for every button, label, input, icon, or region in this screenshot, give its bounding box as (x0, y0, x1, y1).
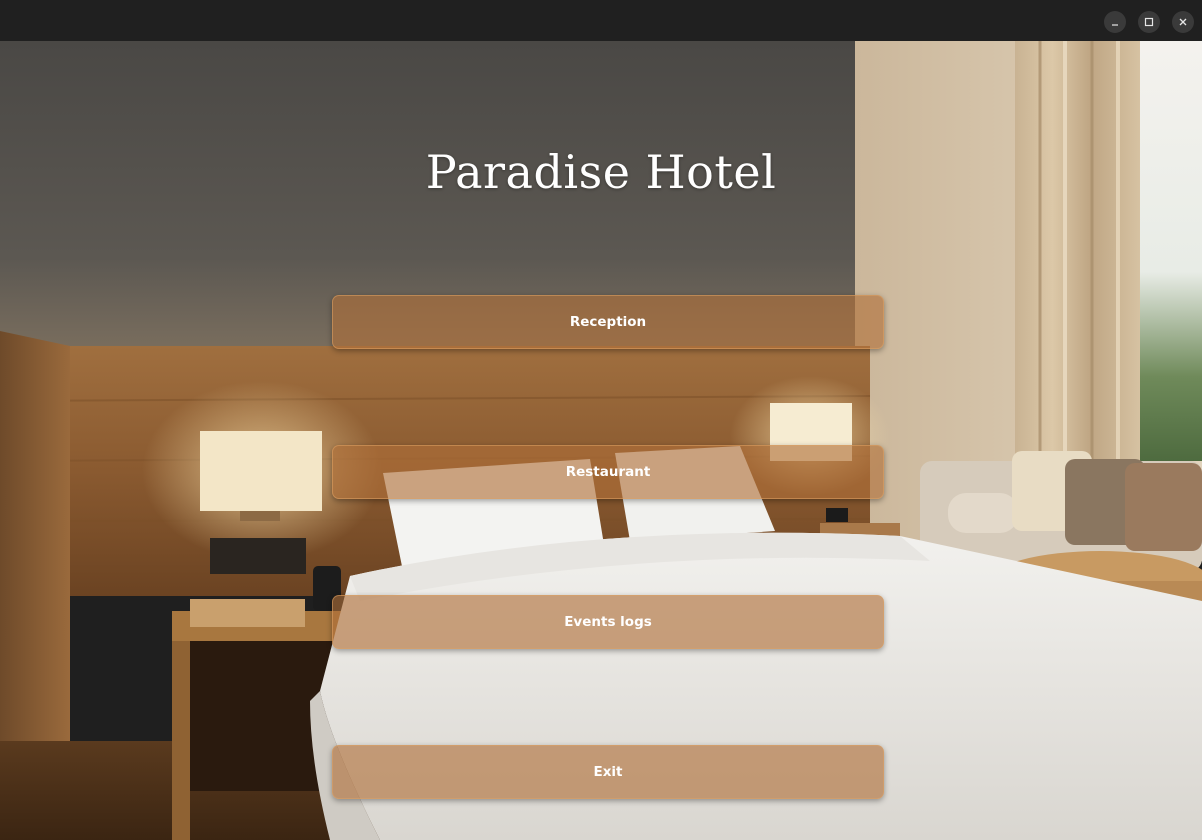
hotel-room-background: Paradise Hotel Reception Restaurant Even… (0, 41, 1202, 840)
restaurant-button[interactable]: Restaurant (332, 445, 884, 499)
app-window: Paradise Hotel Reception Restaurant Even… (0, 0, 1202, 840)
close-icon[interactable] (1172, 11, 1194, 33)
window-titlebar[interactable] (0, 0, 1202, 42)
events-logs-button[interactable]: Events logs (332, 595, 884, 649)
maximize-icon[interactable] (1138, 11, 1160, 33)
exit-button[interactable]: Exit (332, 745, 884, 799)
app-title: Paradise Hotel (425, 145, 777, 199)
minimize-icon[interactable] (1104, 11, 1126, 33)
reception-button[interactable]: Reception (332, 295, 884, 349)
